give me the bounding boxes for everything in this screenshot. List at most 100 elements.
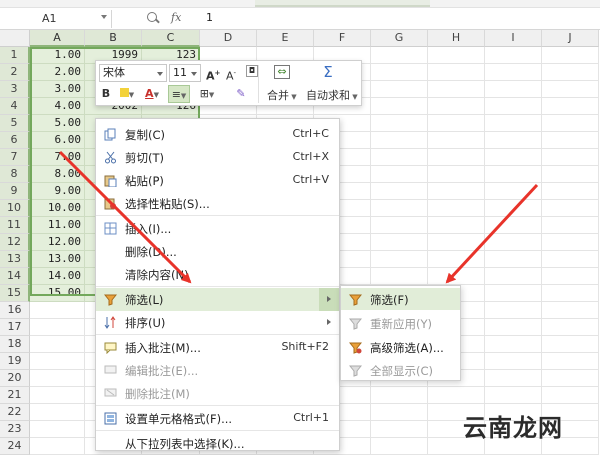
row-header[interactable]: 23 [0, 421, 30, 438]
cell[interactable] [485, 64, 542, 81]
cell[interactable] [542, 285, 599, 302]
cell[interactable] [542, 268, 599, 285]
autosum-button[interactable]: 自动求和 ▼ [306, 89, 358, 104]
column-header[interactable]: G [371, 30, 428, 47]
border-button[interactable]: ⊞▼ [196, 85, 218, 103]
cell[interactable] [485, 132, 542, 149]
menu-item[interactable]: 插入批注(M)... Shift+F2 [96, 336, 339, 359]
name-box[interactable]: A1 [0, 10, 112, 28]
align-center-button[interactable]: ≡▼ [168, 85, 190, 103]
cell[interactable] [428, 115, 485, 132]
merge-icon[interactable]: ⇔ [274, 65, 290, 79]
cell[interactable] [371, 98, 428, 115]
grow-font-button[interactable]: A+ [206, 64, 220, 83]
cell[interactable] [371, 200, 428, 217]
cell[interactable] [30, 438, 85, 455]
menu-item[interactable]: 清除内容(N) [96, 263, 339, 286]
row-header[interactable]: 4 [0, 98, 30, 115]
row-header[interactable]: 7 [0, 149, 30, 166]
fill-color-button[interactable]: ▼ [116, 85, 138, 103]
cell[interactable] [428, 81, 485, 98]
column-header[interactable]: H [428, 30, 485, 47]
cell[interactable] [485, 353, 542, 370]
cell[interactable]: 3.00 [30, 81, 85, 98]
cell[interactable] [542, 200, 599, 217]
row-header[interactable]: 5 [0, 115, 30, 132]
cell[interactable] [542, 234, 599, 251]
row-header[interactable]: 17 [0, 319, 30, 336]
cell[interactable] [371, 387, 428, 404]
menu-item[interactable]: 剪切(T) Ctrl+X [96, 146, 339, 169]
menu-item[interactable]: 选择性粘贴(S)... [96, 192, 339, 215]
font-size-select[interactable]: 11 [169, 64, 201, 82]
cell[interactable] [485, 234, 542, 251]
row-header[interactable]: 24 [0, 438, 30, 455]
menu-item[interactable]: 从下拉列表中选择(K)... [96, 432, 339, 455]
cell[interactable] [428, 47, 485, 64]
menu-item[interactable]: 插入(I)... [96, 217, 339, 240]
row-header[interactable]: 2 [0, 64, 30, 81]
column-header[interactable]: F [314, 30, 371, 47]
format-painter-icon[interactable]: ✎ [234, 85, 248, 103]
cell[interactable] [542, 98, 599, 115]
cell[interactable] [542, 302, 599, 319]
cell[interactable] [428, 132, 485, 149]
cell[interactable] [485, 387, 542, 404]
cell[interactable] [30, 404, 85, 421]
cell[interactable] [428, 234, 485, 251]
cell[interactable] [542, 115, 599, 132]
cell[interactable]: 8.00 [30, 166, 85, 183]
cell[interactable] [485, 166, 542, 183]
formula-input[interactable]: 1 [206, 11, 213, 24]
cell[interactable]: 12.00 [30, 234, 85, 251]
row-header[interactable]: 9 [0, 183, 30, 200]
cell[interactable]: 9.00 [30, 183, 85, 200]
shrink-font-button[interactable]: A- [224, 64, 238, 83]
menu-item[interactable]: 删除(D)... [96, 240, 339, 263]
cell[interactable] [428, 217, 485, 234]
row-header[interactable]: 10 [0, 200, 30, 217]
cell[interactable]: 10.00 [30, 200, 85, 217]
cell[interactable] [30, 336, 85, 353]
cell[interactable] [485, 115, 542, 132]
cell[interactable] [30, 302, 85, 319]
cell[interactable]: 2.00 [30, 64, 85, 81]
cell[interactable] [428, 268, 485, 285]
fx-icon[interactable]: fx [171, 11, 181, 24]
menu-item[interactable]: 设置单元格格式(F)... Ctrl+1 [96, 407, 339, 430]
row-header[interactable]: 18 [0, 336, 30, 353]
cell[interactable] [30, 421, 85, 438]
row-header[interactable]: 15 [0, 285, 30, 302]
cell[interactable] [428, 183, 485, 200]
cell[interactable] [542, 217, 599, 234]
cell[interactable] [371, 183, 428, 200]
cell[interactable] [428, 149, 485, 166]
column-header[interactable]: B [85, 30, 142, 47]
cell[interactable] [30, 353, 85, 370]
cell[interactable] [371, 47, 428, 64]
font-family-select[interactable]: 宋体 [99, 64, 167, 82]
cell[interactable] [30, 319, 85, 336]
menu-item[interactable]: 筛选(L) [96, 288, 339, 311]
cell[interactable]: 7.00 [30, 149, 85, 166]
row-header[interactable]: 20 [0, 370, 30, 387]
cell[interactable] [485, 200, 542, 217]
cell[interactable] [542, 81, 599, 98]
cell[interactable]: 1.00 [30, 47, 85, 64]
cell[interactable] [371, 251, 428, 268]
cell[interactable] [371, 234, 428, 251]
cell[interactable] [428, 166, 485, 183]
cell[interactable] [428, 251, 485, 268]
column-header[interactable]: E [257, 30, 314, 47]
row-header[interactable]: 1 [0, 47, 30, 64]
cell[interactable] [428, 387, 485, 404]
bold-button[interactable]: B [100, 85, 112, 103]
cell[interactable] [428, 98, 485, 115]
cell[interactable] [485, 370, 542, 387]
cell[interactable] [485, 217, 542, 234]
cell[interactable] [542, 353, 599, 370]
cell[interactable]: 13.00 [30, 251, 85, 268]
column-header[interactable]: C [142, 30, 200, 47]
cell[interactable]: 4.00 [30, 98, 85, 115]
cell[interactable] [485, 319, 542, 336]
